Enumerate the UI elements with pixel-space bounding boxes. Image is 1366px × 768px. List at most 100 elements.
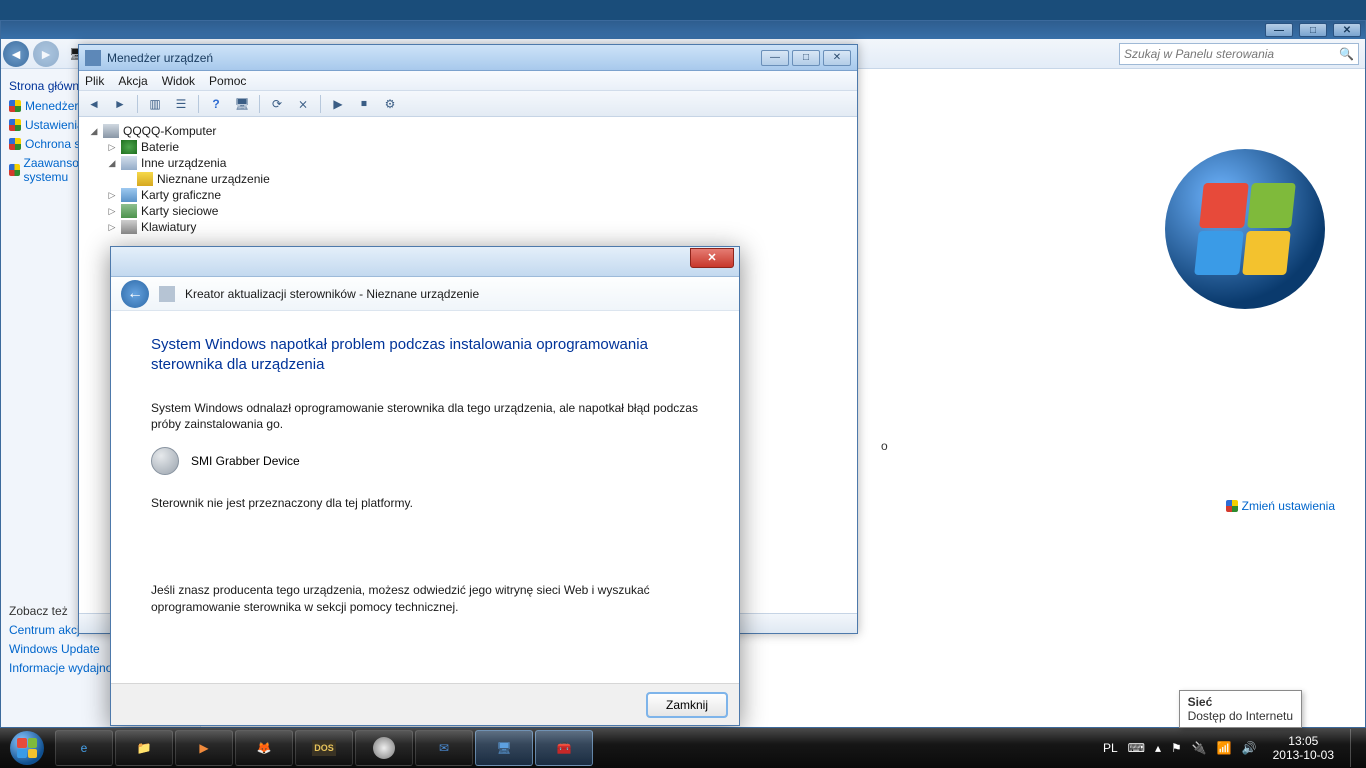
- dm-title-text: Menedżer urządzeń: [107, 51, 213, 65]
- display-adapter-icon: [121, 188, 137, 202]
- maximize-button[interactable]: □: [792, 50, 820, 66]
- firefox-icon: 🦊: [257, 741, 272, 755]
- disc-icon: [373, 737, 395, 759]
- stray-text: o: [881, 439, 888, 453]
- task-control-panel[interactable]: 🖥: [475, 730, 533, 766]
- menu-view[interactable]: Widok: [162, 74, 195, 88]
- tool-legacy-icon[interactable]: ⚙: [379, 94, 401, 114]
- menu-help[interactable]: Pomoc: [209, 74, 246, 88]
- tool-back-icon[interactable]: ◄: [83, 94, 105, 114]
- tool-show-hidden-icon[interactable]: ▥: [144, 94, 166, 114]
- device-row: SMI Grabber Device: [151, 447, 699, 475]
- task-wmp[interactable]: ▶: [175, 730, 233, 766]
- lang-indicator[interactable]: PL: [1103, 741, 1118, 755]
- tool-enable-icon[interactable]: ▶: [327, 94, 349, 114]
- task-firefox[interactable]: 🦊: [235, 730, 293, 766]
- network-icon[interactable]: 📶: [1217, 741, 1232, 755]
- close-button[interactable]: ✕: [1333, 23, 1361, 37]
- tool-uninstall-icon[interactable]: ⨯: [292, 94, 314, 114]
- task-dosbox[interactable]: DOS: [295, 730, 353, 766]
- shield-icon: [9, 164, 20, 176]
- back-button[interactable]: ←: [121, 280, 149, 308]
- wiz-hint-text: Jeśli znasz producenta tego urządzenia, …: [151, 582, 699, 616]
- tree-display-adapters[interactable]: ▷Karty graficzne: [89, 187, 847, 203]
- tool-properties-icon[interactable]: ☰: [170, 94, 192, 114]
- task-ie[interactable]: e: [55, 730, 113, 766]
- task-explorer[interactable]: 📁: [115, 730, 173, 766]
- keyboard-icon: [121, 220, 137, 234]
- cp-titlebar: — □ ✕: [1, 21, 1365, 39]
- wiz-header: ← Kreator aktualizacji sterowników - Nie…: [111, 277, 739, 311]
- unknown-device-icon: [137, 172, 153, 186]
- wmp-icon: ▶: [199, 741, 208, 755]
- control-panel-icon: 🖥: [496, 741, 511, 755]
- search-input[interactable]: Szukaj w Panelu sterowania🔍: [1119, 43, 1359, 65]
- search-icon: 🔍: [1339, 47, 1354, 61]
- wiz-heading: System Windows napotkał problem podczas …: [151, 335, 699, 376]
- show-desktop-button[interactable]: [1350, 729, 1360, 767]
- change-settings-link[interactable]: Zmień ustawienia: [1226, 499, 1335, 513]
- driver-wizard-dialog: ✕ ← Kreator aktualizacji sterowników - N…: [110, 246, 740, 726]
- tool-help-icon[interactable]: ?: [205, 94, 227, 114]
- wiz-found-text: System Windows odnalazł oprogramowanie s…: [151, 400, 699, 434]
- tool-scan-icon[interactable]: 🖥: [231, 94, 253, 114]
- tool-disable-icon[interactable]: ⏹: [353, 94, 375, 114]
- wiz-titlebar[interactable]: ✕: [111, 247, 739, 277]
- tree-network-adapters[interactable]: ▷Karty sieciowe: [89, 203, 847, 219]
- wiz-footer: Zamknij: [111, 683, 739, 725]
- tree-unknown-device[interactable]: Nieznane urządzenie: [89, 171, 847, 187]
- tree-root[interactable]: ◢QQQQ-Komputer: [89, 123, 847, 139]
- network-tooltip: Sieć Dostęp do Internetu: [1179, 690, 1302, 728]
- device-name: SMI Grabber Device: [191, 454, 300, 468]
- tree-other-devices[interactable]: ◢Inne urządzenia: [89, 155, 847, 171]
- start-button[interactable]: [0, 728, 54, 768]
- keyboard-tray-icon[interactable]: ⌨: [1128, 741, 1145, 755]
- folder-icon: 📁: [137, 741, 152, 755]
- tree-batteries[interactable]: ▷Baterie: [89, 139, 847, 155]
- wiz-platform-text: Sterownik nie jest przeznaczony dla tej …: [151, 495, 699, 512]
- task-app1[interactable]: [355, 730, 413, 766]
- minimize-button[interactable]: —: [1265, 23, 1293, 37]
- thunderbird-icon: ✉: [439, 741, 449, 755]
- maximize-button[interactable]: □: [1299, 23, 1327, 37]
- device-icon: [151, 447, 179, 475]
- close-button[interactable]: ✕: [690, 248, 734, 268]
- close-dialog-button[interactable]: Zamknij: [647, 693, 727, 717]
- shield-icon: [1226, 500, 1238, 512]
- action-center-icon[interactable]: ⚑: [1171, 741, 1182, 755]
- show-hidden-icon[interactable]: ▴: [1155, 741, 1161, 755]
- wizard-icon: [159, 286, 175, 302]
- nav-forward-button[interactable]: ►: [33, 41, 59, 67]
- dm-toolbar: ◄ ► ▥ ☰ ? 🖥 ⟳ ⨯ ▶ ⏹ ⚙: [79, 91, 857, 117]
- tree-keyboards[interactable]: ▷Klawiatury: [89, 219, 847, 235]
- task-device-manager[interactable]: 🧰: [535, 730, 593, 766]
- system-tray: PL ⌨ ▴ ⚑ 🔌 📶 🔊 13:05 2013-10-03: [1097, 729, 1366, 767]
- dm-titlebar[interactable]: Menedżer urządzeń — □ ✕: [79, 45, 857, 71]
- power-icon[interactable]: 🔌: [1192, 741, 1207, 755]
- dm-menubar: Plik Akcja Widok Pomoc: [79, 71, 857, 91]
- taskbar: e 📁 ▶ 🦊 DOS ✉ 🖥 🧰 PL ⌨ ▴ ⚑ 🔌 📶 🔊 13:05 2…: [0, 728, 1366, 768]
- tool-update-icon[interactable]: ⟳: [266, 94, 288, 114]
- dosbox-icon: DOS: [312, 740, 336, 756]
- wiz-title-text: Kreator aktualizacji sterowników - Niezn…: [185, 287, 479, 301]
- network-adapter-icon: [121, 204, 137, 218]
- shield-icon: [9, 138, 21, 150]
- clock[interactable]: 13:05 2013-10-03: [1267, 734, 1340, 763]
- device-tree: ◢QQQQ-Komputer ▷Baterie ◢Inne urządzenia…: [79, 117, 857, 241]
- menu-action[interactable]: Akcja: [118, 74, 147, 88]
- shield-icon: [9, 119, 21, 131]
- minimize-button[interactable]: —: [761, 50, 789, 66]
- battery-icon: [121, 140, 137, 154]
- wiz-body: System Windows napotkał problem podczas …: [111, 311, 739, 639]
- devmgr-icon: 🧰: [557, 741, 572, 755]
- ie-icon: e: [81, 741, 88, 755]
- windows-logo: [1165, 149, 1325, 309]
- volume-icon[interactable]: 🔊: [1242, 741, 1257, 755]
- task-thunderbird[interactable]: ✉: [415, 730, 473, 766]
- tool-forward-icon[interactable]: ►: [109, 94, 131, 114]
- other-devices-icon: [121, 156, 137, 170]
- nav-back-button[interactable]: ◄: [3, 41, 29, 67]
- dm-title-icon: [85, 50, 101, 66]
- close-button[interactable]: ✕: [823, 50, 851, 66]
- menu-file[interactable]: Plik: [85, 74, 104, 88]
